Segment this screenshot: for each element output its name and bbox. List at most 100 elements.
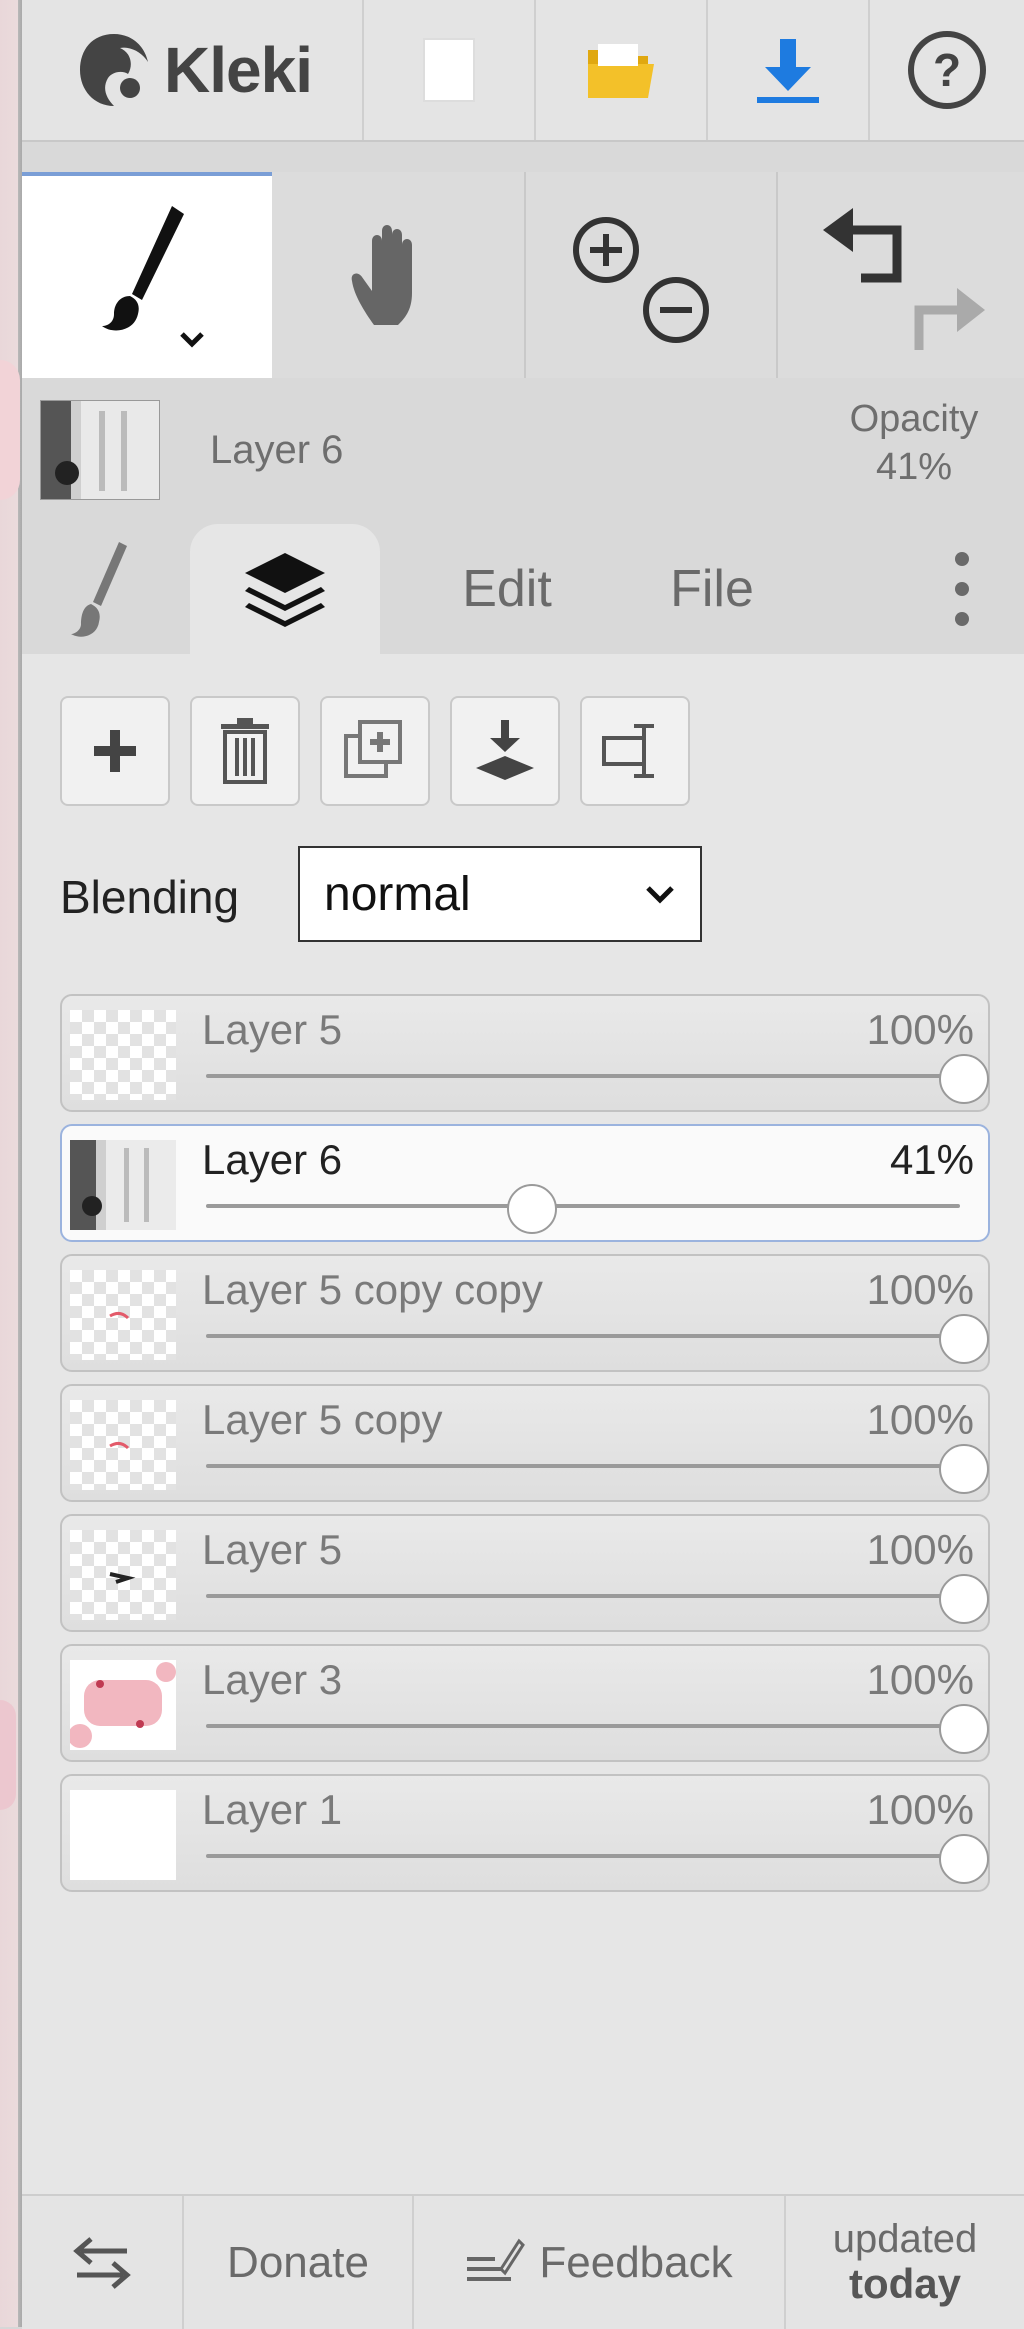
layer-opacity: 100% bbox=[866, 1266, 974, 1313]
layer-name: Layer 5 copy copy bbox=[202, 1266, 543, 1313]
app-title: Kleki bbox=[164, 34, 313, 106]
layer-name: Layer 5 copy bbox=[202, 1396, 443, 1443]
history-icons bbox=[823, 208, 985, 350]
zoom-in-icon bbox=[573, 217, 639, 283]
layer-opacity: 100% bbox=[866, 1526, 974, 1573]
layer-opacity: 100% bbox=[866, 1656, 974, 1703]
layer-row[interactable]: Layer 1 100% bbox=[60, 1774, 990, 1892]
open-button[interactable] bbox=[536, 0, 706, 140]
tab-file[interactable]: File bbox=[592, 524, 832, 654]
current-layer-name: Layer 6 bbox=[210, 428, 344, 472]
opacity-slider-handle[interactable] bbox=[939, 1704, 989, 1754]
brush-icon bbox=[71, 542, 127, 637]
updated-label: updated bbox=[832, 2217, 978, 2262]
canvas-edge bbox=[0, 0, 22, 2327]
rename-layer-button[interactable] bbox=[580, 696, 690, 806]
opacity-label: Opacity bbox=[849, 398, 979, 440]
layer-row[interactable]: Layer 5 copy 100% bbox=[60, 1384, 990, 1502]
feedback-label: Feedback bbox=[539, 2237, 733, 2287]
layer-thumbnail bbox=[70, 1140, 176, 1230]
swap-icon bbox=[73, 2236, 131, 2289]
opacity-slider-handle[interactable] bbox=[939, 1054, 989, 1104]
opacity-slider-track[interactable] bbox=[206, 1724, 960, 1728]
layers-panel: Blending normal Layer 5 100% Layer 6 41% Lay… bbox=[22, 654, 1024, 2194]
current-layer-thumbnail bbox=[40, 400, 160, 500]
layer-name: Layer 3 bbox=[202, 1656, 343, 1703]
zoom-icons bbox=[573, 217, 709, 343]
side-panel: Kleki ? Layer 6 Opacity 41% Edit File Bl… bbox=[22, 0, 1024, 2329]
opacity-slider-handle[interactable] bbox=[939, 1314, 989, 1364]
kleki-logo[interactable]: Kleki bbox=[22, 0, 362, 140]
layer-thumbnail bbox=[70, 1530, 176, 1620]
help-icon: ? bbox=[908, 31, 986, 109]
help-button[interactable]: ? bbox=[870, 0, 1024, 140]
bottom-bar: Donate Feedback updated today bbox=[22, 2194, 1024, 2329]
layer-thumbnail bbox=[70, 1270, 176, 1360]
canvas-edge-art bbox=[0, 1700, 16, 1810]
zoom-out-icon bbox=[643, 277, 709, 343]
new-button[interactable] bbox=[364, 0, 534, 140]
feedback-link[interactable]: Feedback bbox=[414, 2196, 784, 2329]
tab-more[interactable] bbox=[922, 524, 1002, 654]
merge-down-button[interactable] bbox=[450, 696, 560, 806]
donate-link[interactable]: Donate bbox=[184, 2196, 412, 2329]
opacity-slider-track[interactable] bbox=[206, 1464, 960, 1468]
duplicate-icon bbox=[344, 720, 402, 778]
hand-icon bbox=[351, 225, 412, 325]
layer-thumbnail bbox=[70, 1790, 176, 1880]
save-button[interactable] bbox=[708, 0, 868, 140]
delete-layer-button[interactable] bbox=[190, 696, 300, 806]
layers-icon bbox=[245, 553, 325, 627]
tab-layers[interactable] bbox=[190, 524, 380, 654]
swap-side-button[interactable] bbox=[22, 2196, 182, 2329]
layer-row[interactable]: Layer 5 100% bbox=[60, 994, 990, 1112]
tab-edit[interactable]: Edit bbox=[422, 524, 592, 654]
updated-when: today bbox=[848, 2260, 961, 2308]
opacity-slider-handle[interactable] bbox=[939, 1834, 989, 1884]
opacity-slider-track[interactable] bbox=[206, 1334, 960, 1338]
updated-info[interactable]: updated today bbox=[786, 2196, 1024, 2329]
layer-row[interactable]: Layer 6 41% bbox=[60, 1124, 990, 1242]
feedback-icon bbox=[467, 2238, 526, 2281]
opacity-slider-track[interactable] bbox=[206, 1594, 960, 1598]
blending-value: normal bbox=[324, 867, 471, 921]
duplicate-layer-button[interactable] bbox=[320, 696, 430, 806]
opacity-value: 41% bbox=[875, 446, 953, 488]
blending-select[interactable]: normal bbox=[298, 846, 702, 942]
canvas-edge-art bbox=[0, 360, 20, 500]
hand-tool[interactable] bbox=[274, 172, 524, 378]
blending-label: Blending bbox=[60, 871, 240, 923]
merge-down-icon bbox=[476, 720, 534, 780]
svg-text:?: ? bbox=[933, 44, 961, 96]
opacity-slider-track[interactable] bbox=[206, 1854, 960, 1858]
add-layer-button[interactable] bbox=[60, 696, 170, 806]
layer-name: Layer 1 bbox=[202, 1786, 343, 1833]
undo-icon bbox=[823, 208, 902, 283]
brush-tool[interactable] bbox=[22, 172, 272, 378]
zoom-controls bbox=[526, 172, 776, 378]
tab-brush[interactable] bbox=[42, 524, 162, 654]
layer-opacity: 41% bbox=[889, 1136, 974, 1183]
layer-thumbnail bbox=[70, 1010, 176, 1100]
plus-icon bbox=[94, 730, 136, 772]
kleki-logo-icon bbox=[80, 34, 149, 106]
more-vertical-icon bbox=[955, 552, 969, 626]
top-bar: Kleki ? bbox=[22, 0, 1024, 142]
layer-thumbnail bbox=[70, 1660, 176, 1750]
layer-name: Layer 6 bbox=[202, 1136, 343, 1183]
history-controls bbox=[778, 172, 1024, 378]
opacity-slider-track[interactable] bbox=[206, 1074, 960, 1078]
layer-opacity: 100% bbox=[866, 1396, 974, 1443]
opacity-slider-handle[interactable] bbox=[939, 1444, 989, 1494]
opacity-slider-track[interactable] bbox=[206, 1204, 960, 1208]
layer-name: Layer 5 bbox=[202, 1006, 343, 1053]
opacity-slider-handle[interactable] bbox=[506, 1184, 557, 1234]
layer-row[interactable]: Layer 5 copy copy 100% bbox=[60, 1254, 990, 1372]
brush-icon bbox=[102, 206, 204, 348]
opacity-slider-handle[interactable] bbox=[939, 1574, 989, 1624]
layer-thumbnail bbox=[70, 1400, 176, 1490]
chevron-down-icon bbox=[646, 886, 674, 904]
layer-name: Layer 5 bbox=[202, 1526, 343, 1573]
layer-row[interactable]: Layer 3 100% bbox=[60, 1644, 990, 1762]
layer-row[interactable]: Layer 5 100% bbox=[60, 1514, 990, 1632]
